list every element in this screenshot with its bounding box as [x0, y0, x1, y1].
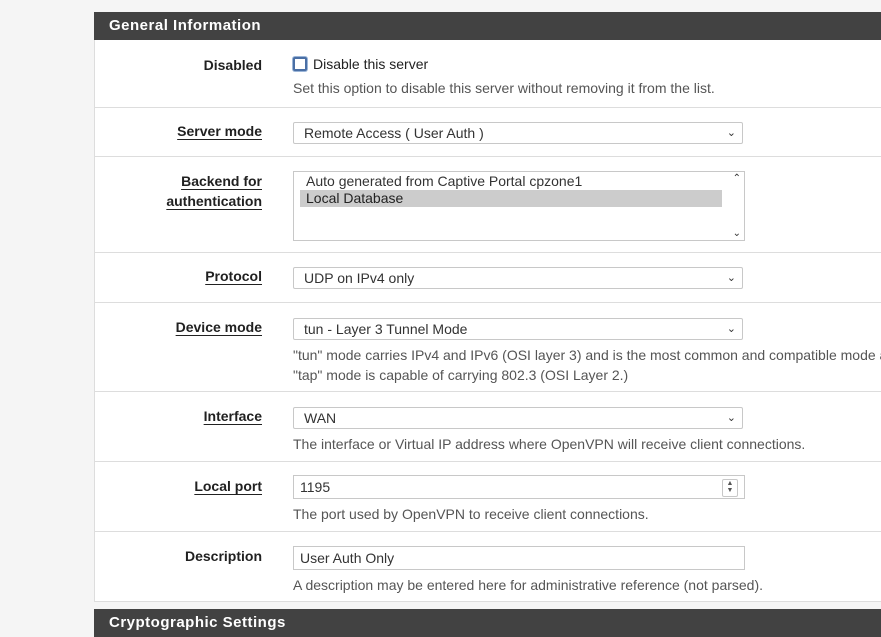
disabled-help: Set this option to disable this server w… [293, 80, 715, 96]
description-help: A description may be entered here for ad… [293, 577, 764, 593]
local-port-value: 1195 [300, 479, 331, 495]
disable-server-checkbox-label[interactable]: Disable this server [313, 56, 428, 72]
panel-body: Disabled Disable this server Set this op… [94, 40, 881, 602]
panel-title: General Information [94, 12, 881, 40]
local-port-help: The port used by OpenVPN to receive clie… [293, 506, 649, 522]
chevron-down-icon: ⌄ [726, 272, 736, 284]
disabled-field: Disable this server [293, 56, 428, 72]
protocol-value: UDP on IPv4 only [304, 270, 415, 286]
disable-server-checkbox[interactable] [293, 57, 307, 71]
server-mode-select[interactable]: Remote Access ( User Auth ) ⌄ [293, 122, 743, 144]
local-port-input[interactable]: 1195 ▲ ▼ [293, 475, 745, 499]
device-mode-help-1: "tun" mode carries IPv4 and IPv6 (OSI la… [293, 347, 881, 363]
chevron-down-icon: ⌄ [726, 412, 736, 424]
row-local-port: Local port 1195 ▲ ▼ The port used by Open… [95, 462, 881, 532]
device-mode-help-2: "tap" mode is capable of carrying 802.3 … [293, 367, 629, 383]
disabled-label: Disabled [203, 57, 262, 73]
row-backend-auth: Backend for authentication Auto generate… [95, 157, 881, 253]
device-mode-label[interactable]: Device mode [102, 317, 262, 337]
backend-option[interactable]: Auto generated from Captive Portal cpzon… [300, 173, 722, 190]
row-device-mode: Device mode tun - Layer 3 Tunnel Mode ⌄ … [95, 303, 881, 392]
description-input[interactable]: User Auth Only [293, 546, 745, 570]
description-field: User Auth Only [293, 546, 745, 570]
protocol-select-wrap: UDP on IPv4 only ⌄ [293, 267, 743, 289]
server-mode-select-wrap: Remote Access ( User Auth ) ⌄ [293, 122, 743, 144]
local-port-field: 1195 ▲ ▼ [293, 475, 745, 499]
row-interface: Interface WAN ⌄ The interface or Virtual… [95, 392, 881, 462]
server-mode-value: Remote Access ( User Auth ) [304, 125, 484, 141]
chevron-down-icon: ⌄ [726, 127, 736, 139]
spinner-icon[interactable]: ▲ ▼ [722, 479, 738, 497]
interface-select-wrap: WAN ⌄ [293, 407, 743, 429]
device-mode-value: tun - Layer 3 Tunnel Mode [304, 321, 468, 337]
interface-help: The interface or Virtual IP address wher… [293, 436, 806, 452]
local-port-label[interactable]: Local port [102, 476, 262, 496]
backend-auth-label-line2: authentication [166, 193, 262, 209]
chevron-down-icon: ⌄ [726, 323, 736, 335]
panel-title: Cryptographic Settings [94, 609, 881, 637]
description-label: Description [184, 548, 262, 564]
protocol-label[interactable]: Protocol [102, 266, 262, 286]
row-protocol: Protocol UDP on IPv4 only ⌄ [95, 253, 881, 303]
device-mode-select[interactable]: tun - Layer 3 Tunnel Mode ⌄ [293, 318, 743, 340]
protocol-select[interactable]: UDP on IPv4 only ⌄ [293, 267, 743, 289]
server-mode-label[interactable]: Server mode [102, 121, 262, 141]
row-description: Description User Auth Only A description… [95, 532, 881, 602]
general-information-panel: General Information Disabled Disable thi… [94, 12, 881, 602]
interface-select[interactable]: WAN ⌄ [293, 407, 743, 429]
backend-auth-field: Auto generated from Captive Portal cpzon… [293, 171, 745, 241]
cryptographic-settings-panel: Cryptographic Settings [94, 609, 881, 637]
description-value: User Auth Only [300, 550, 395, 566]
backend-auth-listbox[interactable]: Auto generated from Captive Portal cpzon… [293, 171, 745, 241]
scroll-up-icon[interactable]: ⌃ [733, 173, 741, 184]
row-server-mode: Server mode Remote Access ( User Auth ) … [95, 108, 881, 157]
interface-label[interactable]: Interface [102, 406, 262, 426]
device-mode-select-wrap: tun - Layer 3 Tunnel Mode ⌄ [293, 318, 743, 340]
interface-value: WAN [304, 410, 337, 426]
scroll-down-icon[interactable]: ⌄ [733, 228, 741, 239]
backend-auth-label[interactable]: Backend for authentication [102, 171, 262, 211]
backend-auth-label-line1: Backend for [181, 173, 262, 189]
row-disabled: Disabled Disable this server Set this op… [95, 40, 881, 108]
backend-option-selected[interactable]: Local Database [300, 190, 722, 207]
